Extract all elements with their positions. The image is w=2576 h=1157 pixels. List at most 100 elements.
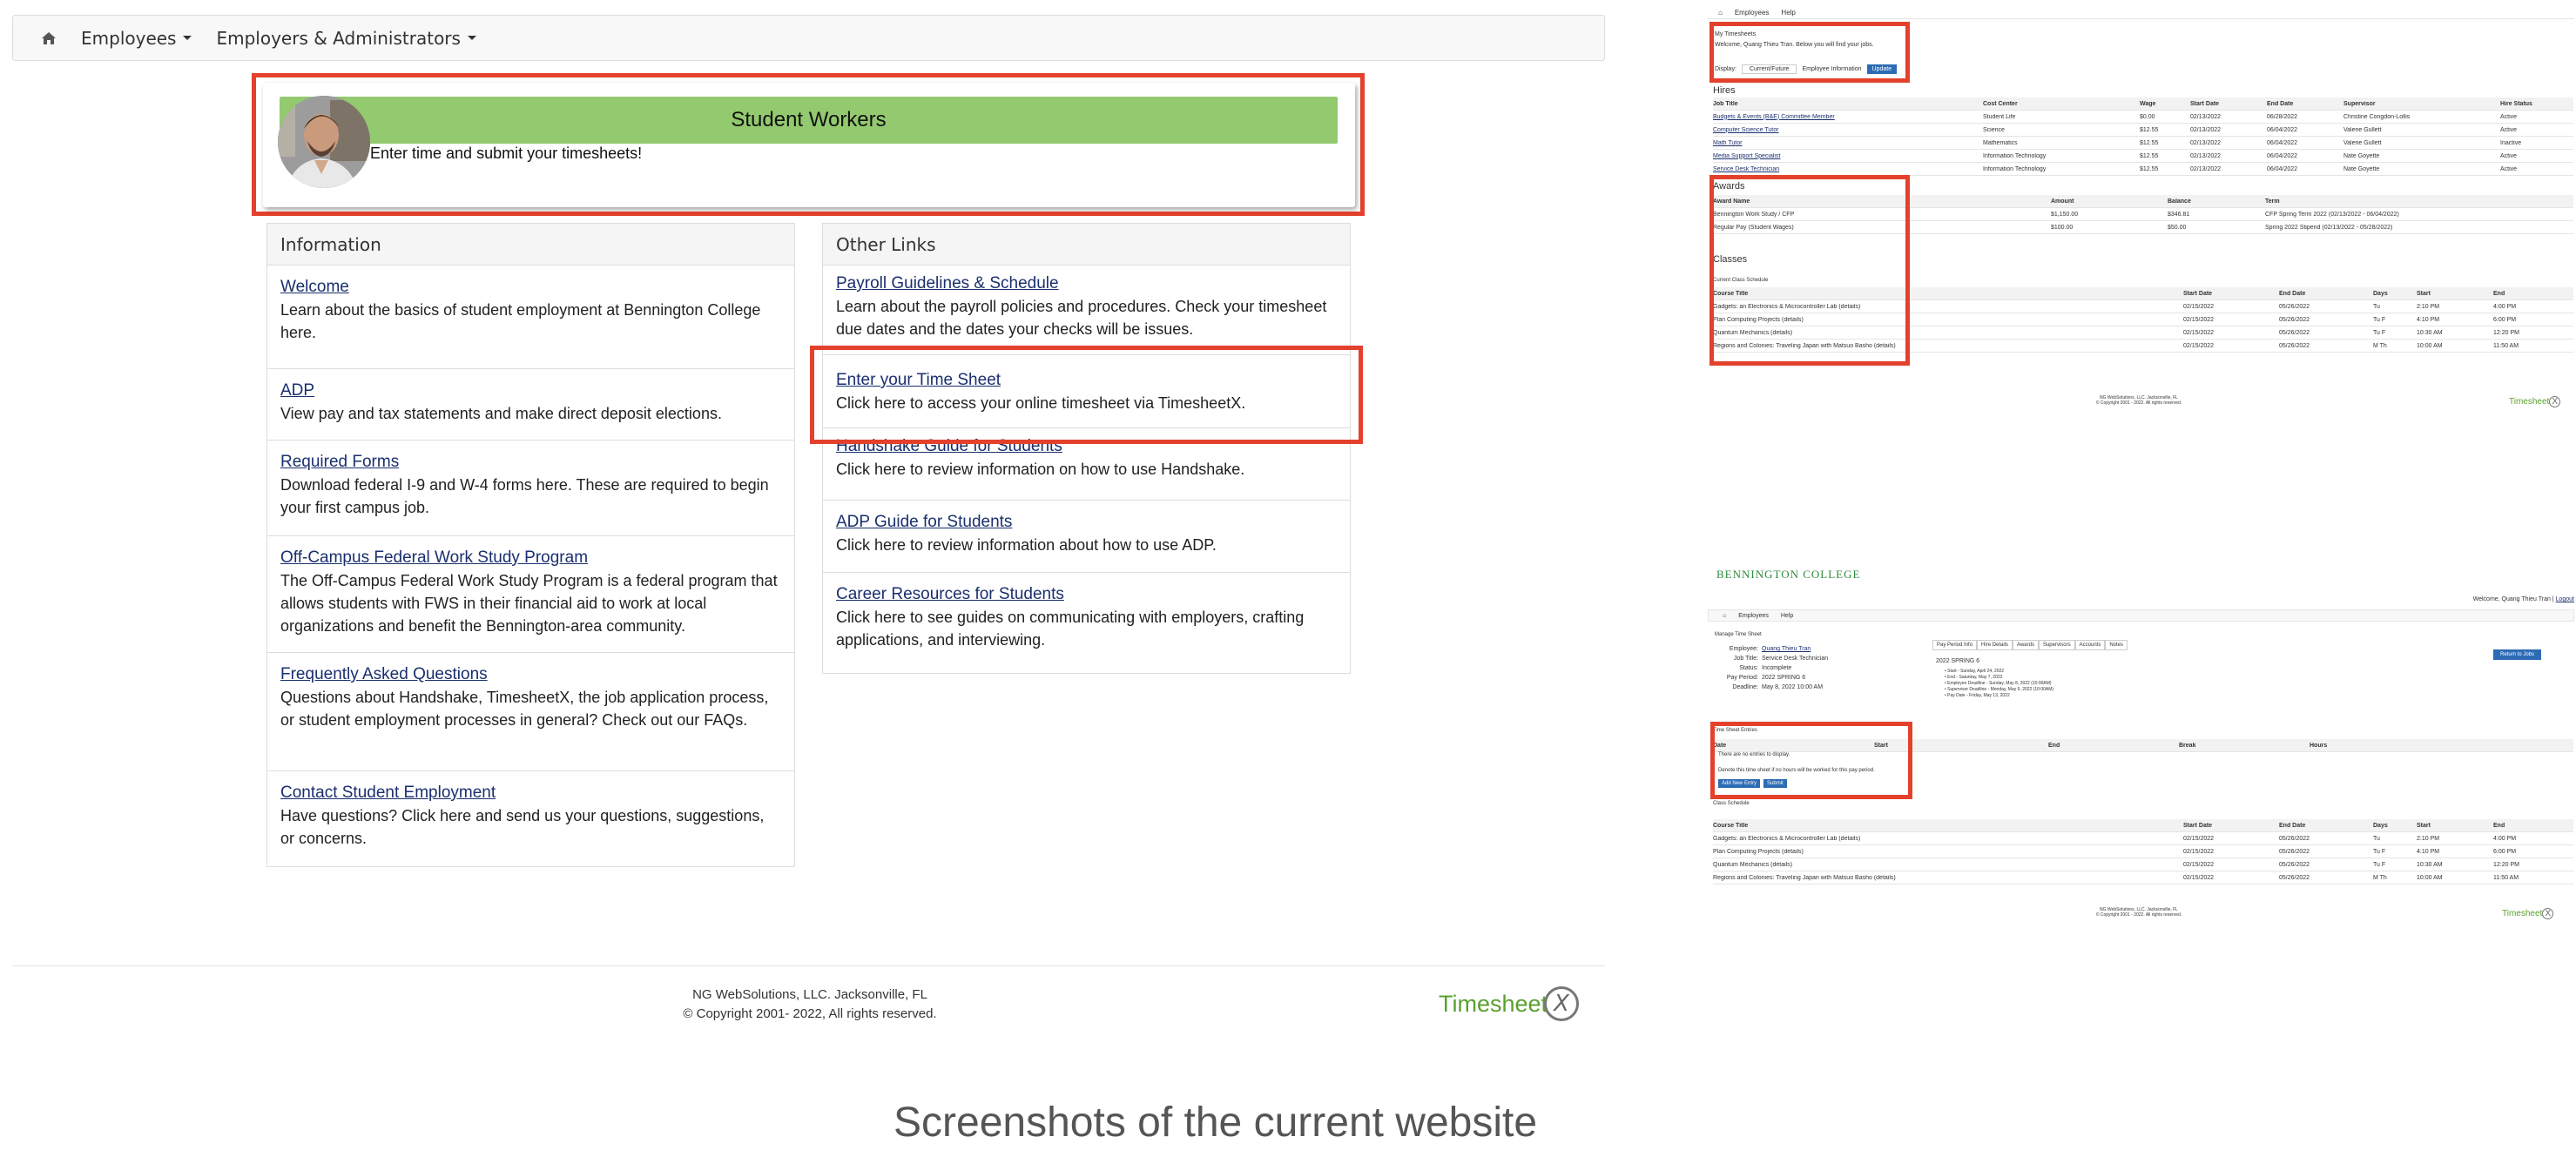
table-cell: Nate Goyette [2343, 165, 2380, 172]
table-cell: 10:30 AM [2417, 861, 2443, 868]
mini-nav2-employees[interactable]: Employees [1738, 613, 1769, 619]
mini-tab[interactable]: Hire Details [1977, 640, 2013, 649]
information-panel: Information Welcome Learn about the basi… [266, 223, 795, 867]
logo-x-icon: X [1544, 986, 1580, 1021]
column-header: Supervisor [2343, 100, 2376, 107]
other-link-career[interactable]: Career Resources for Students [836, 585, 1337, 604]
info-desc-fws: The Off-Campus Federal Work Study Progra… [280, 572, 778, 635]
home-icon[interactable]: ⌂ [1723, 613, 1726, 619]
table-cell: 05/26/2022 [2279, 316, 2310, 323]
mini-logo-text: Timesheet [2509, 397, 2550, 407]
info-link-fws[interactable]: Off-Campus Federal Work Study Program [280, 548, 781, 568]
other-link-adp-guide[interactable]: ADP Guide for Students [836, 513, 1337, 532]
table-cell: Active [2500, 113, 2518, 120]
mini-tab[interactable]: Pay Period Info [1932, 640, 1978, 649]
table-cell[interactable]: Media Support Specialist [1713, 153, 1983, 159]
table-cell: 4:10 PM [2417, 848, 2440, 855]
table-header: Job Title Cost Center Wage Start Date End Da… [1713, 98, 2573, 111]
table-cell: 06/04/2022 [2267, 152, 2298, 159]
mini-logo2: Timesheet X [2502, 908, 2553, 919]
mini-logout-link[interactable]: Logout [2556, 596, 2574, 602]
mini-nav: ⌂ Employees Help [1708, 7, 2574, 19]
mini-hires-heading: Hires [1713, 85, 1736, 96]
table-cell: Valerie Gullett [2343, 126, 2382, 133]
table-cell: 4:00 PM [2493, 303, 2517, 310]
table-cell: Regions and Colonies: Traveling Japan wi… [1713, 874, 1896, 881]
info-desc-required-forms: Download federal I-9 and W-4 forms here.… [280, 476, 769, 516]
column-header: Course Title [1713, 822, 1749, 829]
table-cell: 05/26/2022 [2279, 342, 2310, 349]
nav-employers[interactable]: Employers & Administrators [216, 28, 476, 49]
mini-nav2-help[interactable]: Help [1781, 613, 1793, 619]
table-cell: 02/15/2022 [2183, 835, 2215, 842]
table-cell[interactable]: Budgets & Events (B&E) Committee Member [1713, 114, 1983, 120]
table-cell: $12.55 [2140, 139, 2159, 146]
table-cell: Christine Congdon-Lollis [2343, 113, 2411, 120]
mini-footer2: NG WebSolutions, LLC. Jacksonville, FL ©… [2078, 907, 2200, 918]
field-label: Pay Period: [1726, 675, 1758, 681]
nav-employees[interactable]: Employees [81, 28, 192, 49]
table-cell: 12:20 PM [2493, 329, 2519, 336]
mini-fields: Employee: Quang Thieu Tran Job Title: Servi… [1720, 644, 1828, 692]
table-cell: Tu F [2373, 329, 2386, 336]
other-desc-adp-guide: Click here to review information about h… [836, 536, 1217, 554]
info-item-faq: Frequently Asked Questions Questions abo… [267, 653, 794, 771]
table-cell: 02/15/2022 [2183, 342, 2215, 349]
mini-tab[interactable]: Accounts [2074, 640, 2106, 649]
table-row: Service Desk Technician Information Techn… [1713, 163, 2573, 176]
table-cell: 02/15/2022 [2183, 329, 2215, 336]
mini-footer: NG WebSolutions, LLC. Jacksonville, FL ©… [2078, 395, 2200, 406]
table-cell: $1,150.00 [2051, 211, 2079, 218]
caret-down-icon [183, 36, 192, 40]
mini-return-button[interactable]: Return to Jobs [2493, 649, 2542, 660]
table-cell: $50.00 [2168, 224, 2187, 231]
table-cell: 02/13/2022 [2190, 126, 2222, 133]
mini-welcome-user: Welcome, Quang Thieu Tran [2472, 596, 2551, 602]
table-cell: CFP Spring Term 2022 (02/13/2022 - 06/04… [2265, 211, 2399, 218]
table-cell[interactable]: Service Desk Technician [1713, 166, 1983, 172]
table-cell: 05/26/2022 [2279, 848, 2310, 855]
info-link-adp[interactable]: ADP [280, 381, 781, 400]
field-row: Pay Period: 2022 SPRING 6 [1720, 673, 1828, 683]
table-cell: 02/15/2022 [2183, 874, 2215, 881]
table-row: Budgets & Events (B&E) Committee Member S… [1713, 111, 2573, 124]
mini-tab[interactable]: Supervisors [2038, 640, 2075, 649]
mini-period-title: 2022 SPRING 6 [1936, 658, 1980, 664]
mini-tab[interactable]: Notes [2105, 640, 2128, 649]
table-cell[interactable]: Computer Science Tutor [1713, 127, 1983, 133]
table-cell[interactable]: Math Tutor [1713, 140, 1983, 146]
table-cell: 4:10 PM [2417, 316, 2440, 323]
home-icon[interactable] [41, 31, 57, 45]
mini-nav-employees[interactable]: Employees [1735, 9, 1770, 17]
table-cell: 05/26/2022 [2279, 861, 2310, 868]
table-cell: Inactive [2500, 139, 2522, 146]
table-cell: 02/13/2022 [2190, 165, 2222, 172]
table-cell: $12.55 [2140, 126, 2159, 133]
nav-employees-label: Employees [81, 27, 177, 49]
table-row: Plan Computing Projects (details) 02/15/2… [1713, 845, 2573, 858]
info-link-required-forms[interactable]: Required Forms [280, 453, 781, 472]
field-row: Employee: Quang Thieu Tran [1720, 644, 1828, 654]
mini-class-heading: Class Schedule [1713, 801, 1750, 806]
home-icon[interactable]: ⌂ [1718, 9, 1723, 17]
banner-subtitle: Enter time and submit your timesheets! [370, 145, 643, 162]
mini-nav-help[interactable]: Help [1781, 9, 1795, 17]
table-header: Course Title Start Date End Date Days Start E… [1713, 819, 2573, 832]
table-cell: Mathematics [1983, 139, 2018, 146]
field-value: Service Desk Technician [1762, 656, 1829, 662]
field-row: Status: Incomplete [1720, 663, 1828, 673]
footer-line1: NG WebSolutions, LLC. Jacksonville, FL [692, 987, 927, 1002]
mini-tab[interactable]: Awards [2013, 640, 2039, 649]
info-link-faq[interactable]: Frequently Asked Questions [280, 665, 781, 684]
table-cell: 02/13/2022 [2190, 139, 2222, 146]
info-link-contact[interactable]: Contact Student Employment [280, 784, 781, 803]
banner-bar: Student Workers [280, 97, 1338, 144]
field-value[interactable]: Quang Thieu Tran [1762, 646, 1811, 652]
table-cell: Plan Computing Projects (details) [1713, 848, 1804, 855]
mini-hires-table: Job Title Cost Center Wage Start Date End Da… [1713, 98, 2573, 176]
other-link-payroll[interactable]: Payroll Guidelines & Schedule [836, 274, 1337, 293]
info-link-welcome[interactable]: Welcome [280, 278, 781, 297]
column-header: Wage [2140, 100, 2156, 107]
table-cell: 2:10 PM [2417, 835, 2440, 842]
mini-logo-x-icon: X [2549, 396, 2560, 407]
